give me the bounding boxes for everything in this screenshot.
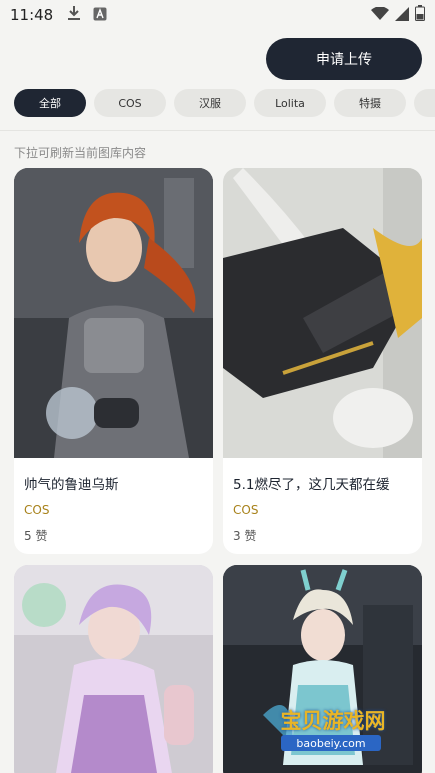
apply-upload-button[interactable]: 申请上传 [266, 38, 422, 80]
app-notification-icon [93, 6, 107, 25]
tab-all[interactable]: 全部 [14, 89, 86, 117]
divider [0, 130, 435, 131]
card-title: 帅气的鲁迪乌斯 [24, 477, 119, 493]
status-time: 11:48 [10, 6, 54, 24]
pull-refresh-hint: 下拉可刷新当前图库内容 [14, 146, 147, 160]
card-tag: COS [233, 503, 259, 517]
cosplay-photo [223, 168, 422, 458]
card-title: 5.1燃尽了，这几天都在缓 [233, 477, 390, 493]
tab-cos[interactable]: COS [94, 89, 166, 117]
card-likes: 3 赞 [233, 529, 257, 543]
gallery-card[interactable]: 5.1燃尽了，这几天都在缓 COS 3 赞 [223, 168, 422, 554]
gallery-card[interactable] [14, 565, 213, 773]
battery-icon [415, 5, 425, 25]
wifi-icon [371, 5, 389, 25]
tab-more[interactable] [414, 89, 435, 117]
watermark-logo: 宝贝游戏网 [280, 709, 386, 733]
status-bar: 11:48 [0, 0, 435, 30]
cosplay-photo [14, 565, 213, 773]
gallery-card[interactable]: 帅气的鲁迪乌斯 COS 5 赞 [14, 168, 213, 554]
category-tabs: 全部 COS 汉服 Lolita 特摄 [14, 89, 435, 117]
card-tag: COS [24, 503, 50, 517]
watermark-url: baobeiy.com [281, 735, 381, 751]
tab-tokusatsu[interactable]: 特摄 [334, 89, 406, 117]
cosplay-photo [14, 168, 213, 458]
tab-hanfu[interactable]: 汉服 [174, 89, 246, 117]
tab-lolita[interactable]: Lolita [254, 89, 326, 117]
card-likes: 5 赞 [24, 529, 48, 543]
gallery-card[interactable]: 宝贝游戏网 baobeiy.com [223, 565, 422, 773]
download-icon [67, 5, 81, 25]
signal-icon [395, 6, 409, 25]
